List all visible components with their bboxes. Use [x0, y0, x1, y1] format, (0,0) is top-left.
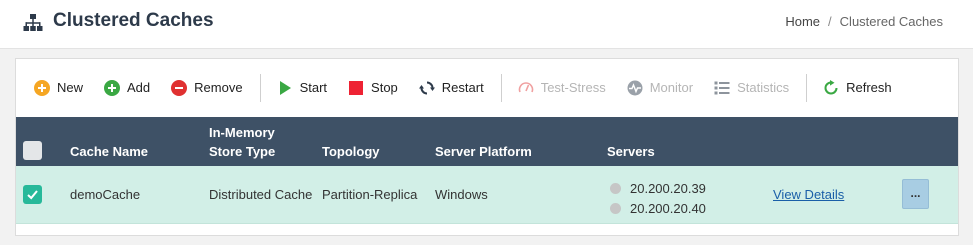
column-store-type-line2[interactable]: Store Type: [209, 144, 275, 159]
test-stress-button[interactable]: Test-Stress: [518, 80, 606, 96]
column-topology[interactable]: Topology: [322, 144, 380, 159]
new-icon: [34, 79, 50, 96]
server-ip: 20.200.20.40: [630, 200, 706, 216]
list-icon: [714, 81, 730, 94]
add-icon: [104, 79, 121, 96]
server-entry: 20.200.20.40: [610, 198, 706, 218]
new-label: New: [57, 80, 84, 95]
toolbar: New Add Remove Start Stop Restart Test-S…: [16, 59, 958, 116]
restart-button[interactable]: Restart: [418, 80, 484, 96]
column-store-type-line1[interactable]: In-Memory: [209, 125, 275, 140]
server-status-dot: [610, 182, 621, 194]
store-type-cell: Distributed Cache: [209, 187, 313, 202]
statistics-button[interactable]: Statistics: [714, 80, 789, 96]
cache-name-cell: demoCache: [70, 187, 141, 202]
start-button[interactable]: Start: [277, 80, 327, 96]
page-title: Clustered Caches: [53, 10, 214, 31]
gauge-icon: [518, 81, 533, 92]
stop-label: Stop: [371, 80, 398, 95]
statistics-label: Statistics: [737, 80, 790, 95]
platform-cell: Windows: [435, 187, 488, 202]
topology-cell: Partition-Replica: [322, 187, 418, 202]
server-status-dot: [610, 202, 621, 214]
servers-cell: 20.200.20.39 20.200.20.40: [610, 178, 706, 218]
table-row[interactable]: demoCache Distributed Cache Partition-Re…: [16, 166, 958, 224]
start-label: Start: [299, 80, 328, 95]
sitemap-icon: [23, 14, 43, 31]
play-icon: [279, 80, 291, 95]
breadcrumb: Home / Clustered Caches: [785, 14, 943, 29]
new-button[interactable]: New: [34, 79, 84, 96]
refresh-label: Refresh: [846, 80, 892, 95]
server-entry: 20.200.20.39: [610, 178, 706, 198]
monitor-button[interactable]: Monitor: [627, 80, 693, 96]
refresh-button[interactable]: Refresh: [823, 79, 892, 96]
remove-label: Remove: [194, 80, 243, 95]
caches-table: Cache Name In-Memory Store Type Topology…: [16, 117, 958, 224]
breadcrumb-current: Clustered Caches: [839, 14, 943, 29]
restart-icon: [418, 81, 435, 94]
add-button[interactable]: Add: [104, 79, 151, 96]
view-details-link[interactable]: View Details: [773, 187, 844, 202]
test-stress-label: Test-Stress: [540, 80, 606, 95]
restart-label: Restart: [441, 80, 484, 95]
heartbeat-icon: [627, 80, 643, 95]
remove-icon: [171, 79, 188, 96]
caches-panel: New Add Remove Start Stop Restart Test-S…: [15, 58, 959, 236]
monitor-label: Monitor: [649, 80, 694, 95]
add-label: Add: [127, 80, 151, 95]
breadcrumb-home[interactable]: Home: [785, 14, 820, 29]
toolbar-divider: [500, 73, 502, 102]
toolbar-divider: [806, 73, 808, 102]
check-icon: [27, 190, 38, 200]
column-cache-name[interactable]: Cache Name: [70, 144, 148, 159]
column-server-platform[interactable]: Server Platform: [435, 144, 532, 159]
table-header: Cache Name In-Memory Store Type Topology…: [16, 117, 958, 166]
server-ip: 20.200.20.39: [630, 180, 706, 196]
refresh-icon: [824, 79, 838, 94]
toolbar-divider: [259, 73, 261, 102]
column-servers[interactable]: Servers: [607, 144, 655, 159]
select-all-checkbox[interactable]: [23, 141, 42, 160]
page-header: Clustered Caches Home / Clustered Caches: [0, 0, 973, 49]
more-actions-button[interactable]: ...: [902, 179, 929, 209]
row-checkbox[interactable]: [23, 185, 42, 204]
breadcrumb-separator: /: [828, 14, 832, 29]
stop-icon: [349, 80, 364, 95]
stop-button[interactable]: Stop: [348, 80, 398, 96]
remove-button[interactable]: Remove: [171, 79, 243, 96]
